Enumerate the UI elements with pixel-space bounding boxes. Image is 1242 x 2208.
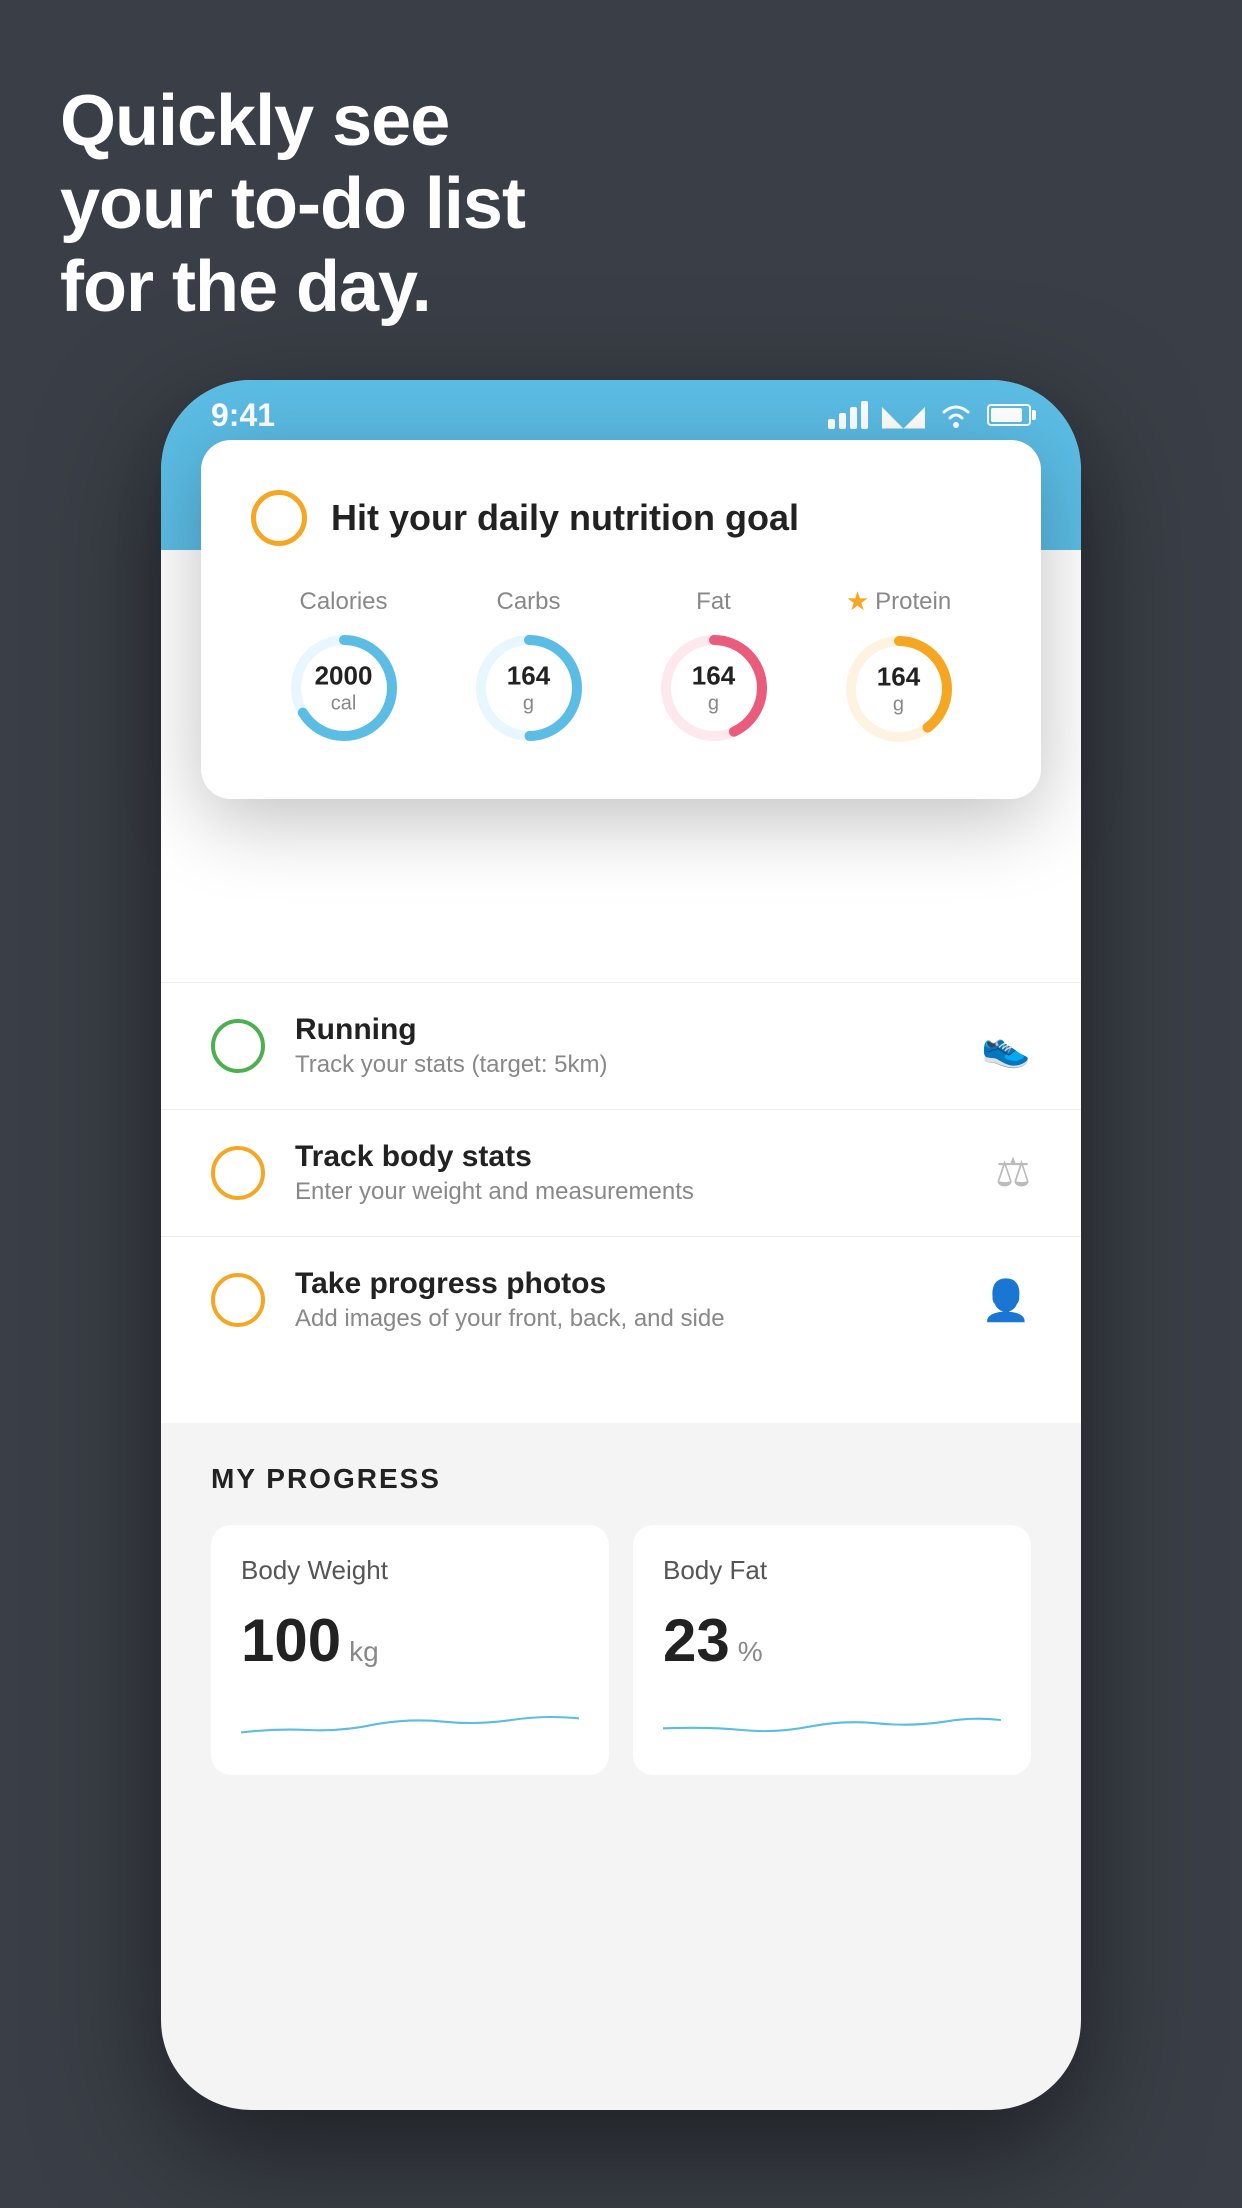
nutrition-row: Calories 2000 cal Carbs bbox=[251, 586, 991, 749]
todo-text: Track body stats Enter your weight and m… bbox=[295, 1140, 965, 1206]
carbs-value: 164 bbox=[507, 660, 550, 691]
status-time: 9:41 bbox=[211, 397, 275, 434]
list-item[interactable]: Running Track your stats (target: 5km) 👟 bbox=[161, 982, 1081, 1109]
popup-header: Hit your daily nutrition goal bbox=[251, 490, 991, 546]
protein-label: ★ Protein bbox=[846, 586, 951, 617]
body-fat-card: Body Fat 23 % bbox=[633, 1525, 1031, 1775]
todo-text: Running Track your stats (target: 5km) bbox=[295, 1013, 951, 1079]
fat-label: Fat bbox=[696, 588, 731, 616]
body-fat-chart bbox=[663, 1695, 1001, 1745]
nutrition-item-fat: Fat 164 g bbox=[654, 588, 774, 748]
todo-main-label: Track body stats bbox=[295, 1140, 965, 1174]
body-fat-unit: % bbox=[738, 1636, 763, 1668]
headline-line3: for the day. bbox=[60, 246, 525, 329]
todo-sub-label: Enter your weight and measurements bbox=[295, 1178, 965, 1206]
person-icon: 👤 bbox=[981, 1277, 1031, 1324]
body-weight-number: 100 bbox=[241, 1606, 341, 1675]
protein-unit: g bbox=[877, 693, 920, 717]
progress-cards: Body Weight 100 kg Body Fat 23 bbox=[211, 1525, 1031, 1775]
calories-value: 2000 bbox=[315, 660, 373, 691]
signal-icon bbox=[828, 401, 868, 429]
body-fat-label: Body Fat bbox=[663, 1555, 1001, 1586]
body-weight-chart bbox=[241, 1695, 579, 1745]
carbs-label: Carbs bbox=[496, 588, 560, 616]
scale-icon: ⚖ bbox=[995, 1150, 1031, 1196]
status-icons: ◣◢ bbox=[828, 399, 1031, 432]
calories-donut: 2000 cal bbox=[284, 628, 404, 748]
nutrition-item-protein: ★ Protein 164 g bbox=[839, 586, 959, 749]
todo-sub-label: Track your stats (target: 5km) bbox=[295, 1051, 951, 1079]
shoe-icon: 👟 bbox=[981, 1023, 1031, 1070]
todo-circle-green bbox=[211, 1019, 265, 1073]
todo-circle-yellow bbox=[211, 1146, 265, 1200]
headline-line2: your to-do list bbox=[60, 163, 525, 246]
todo-circle-orange bbox=[251, 490, 307, 546]
fat-donut: 164 g bbox=[654, 628, 774, 748]
body-fat-value: 23 % bbox=[663, 1606, 1001, 1675]
protein-donut: 164 g bbox=[839, 629, 959, 749]
body-weight-value: 100 kg bbox=[241, 1606, 579, 1675]
todo-main-label: Running bbox=[295, 1013, 951, 1047]
carbs-donut: 164 g bbox=[469, 628, 589, 748]
calories-label: Calories bbox=[299, 588, 387, 616]
fat-unit: g bbox=[692, 691, 735, 715]
body-fat-number: 23 bbox=[663, 1606, 730, 1675]
body-weight-unit: kg bbox=[349, 1636, 379, 1668]
todo-text: Take progress photos Add images of your … bbox=[295, 1267, 951, 1333]
popup-title: Hit your daily nutrition goal bbox=[331, 497, 799, 539]
progress-title: MY PROGRESS bbox=[211, 1463, 1031, 1495]
star-icon: ★ bbox=[846, 586, 869, 617]
headline: Quickly see your to-do list for the day. bbox=[60, 80, 525, 328]
battery-icon bbox=[987, 404, 1031, 426]
todo-sub-label: Add images of your front, back, and side bbox=[295, 1305, 951, 1333]
nutrition-item-carbs: Carbs 164 g bbox=[469, 588, 589, 748]
progress-section: MY PROGRESS Body Weight 100 kg Body bbox=[161, 1423, 1081, 1815]
calories-unit: cal bbox=[315, 691, 373, 715]
protein-value: 164 bbox=[877, 661, 920, 692]
todo-main-label: Take progress photos bbox=[295, 1267, 951, 1301]
list-item[interactable]: Take progress photos Add images of your … bbox=[161, 1236, 1081, 1363]
todo-circle-yellow bbox=[211, 1273, 265, 1327]
wifi-icon bbox=[939, 402, 973, 428]
list-item[interactable]: Track body stats Enter your weight and m… bbox=[161, 1109, 1081, 1236]
body-weight-card: Body Weight 100 kg bbox=[211, 1525, 609, 1775]
carbs-unit: g bbox=[507, 691, 550, 715]
nutrition-item-calories: Calories 2000 cal bbox=[284, 588, 404, 748]
headline-line1: Quickly see bbox=[60, 80, 525, 163]
fat-value: 164 bbox=[692, 660, 735, 691]
nutrition-popup-card: Hit your daily nutrition goal Calories 2… bbox=[201, 440, 1041, 799]
todo-list: Running Track your stats (target: 5km) 👟… bbox=[161, 982, 1081, 1363]
wifi-icon: ◣◢ bbox=[882, 399, 925, 432]
body-weight-label: Body Weight bbox=[241, 1555, 579, 1586]
